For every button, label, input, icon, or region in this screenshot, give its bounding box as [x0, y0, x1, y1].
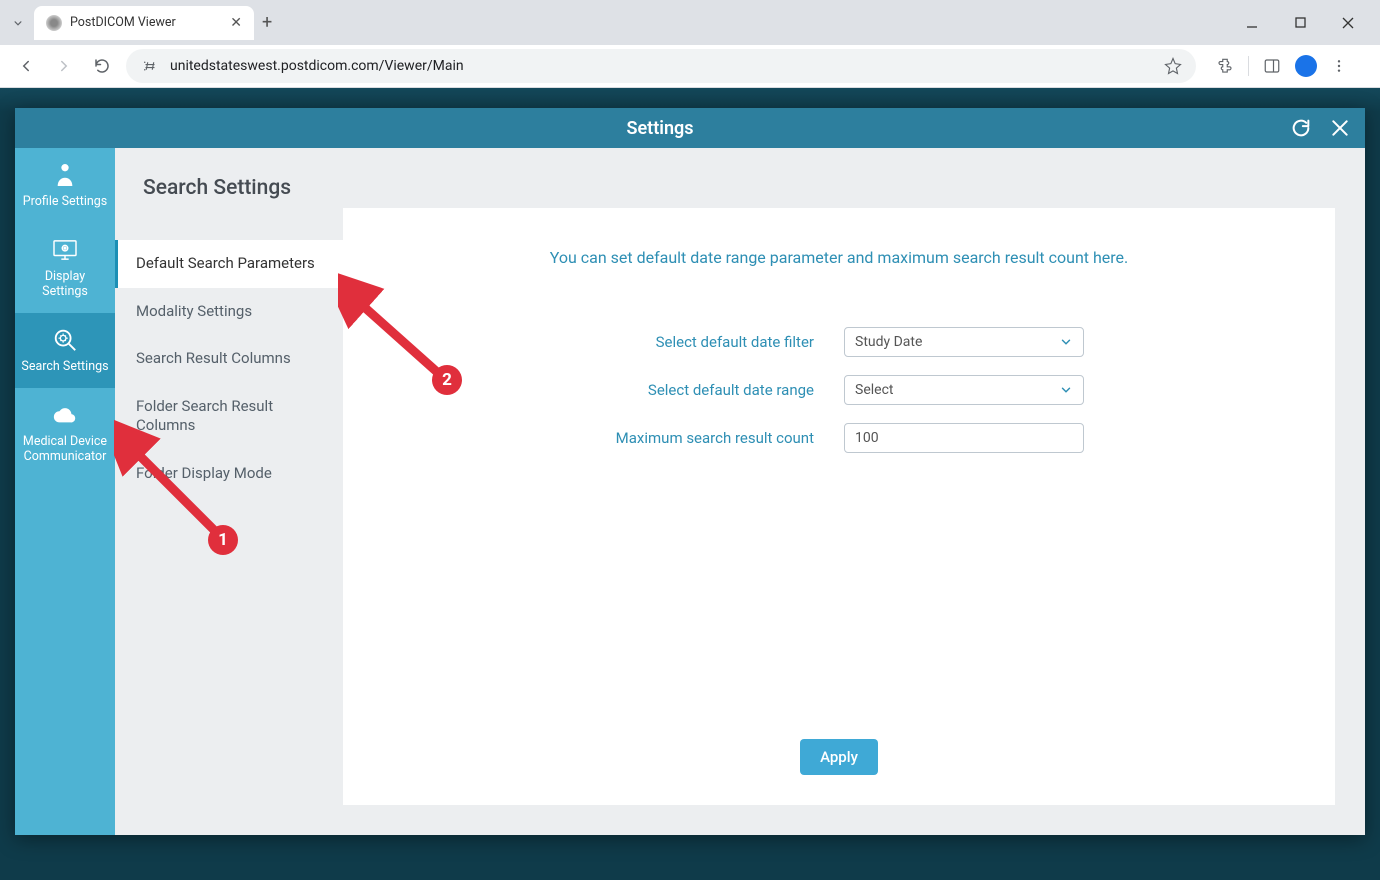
form-row-date-range: Select default date range Select	[594, 375, 1084, 405]
browser-tab[interactable]: PostDICOM Viewer ✕	[34, 6, 254, 40]
tab-search-button[interactable]	[8, 13, 28, 33]
select-value: Study Date	[855, 334, 922, 350]
form-rows: Select default date filter Study Date Se…	[393, 327, 1285, 453]
panel-description: You can set default date range parameter…	[393, 248, 1285, 267]
forward-button[interactable]	[50, 52, 78, 80]
address-bar[interactable]: unitedstateswest.postdicom.com/Viewer/Ma…	[126, 49, 1196, 83]
rail-label: Profile Settings	[23, 194, 107, 209]
new-tab-button[interactable]: +	[262, 12, 272, 33]
tab-favicon	[46, 15, 62, 31]
back-button[interactable]	[12, 52, 40, 80]
form-row-date-filter: Select default date filter Study Date	[594, 327, 1084, 357]
reload-button[interactable]	[88, 52, 116, 80]
site-info-icon[interactable]	[140, 56, 160, 76]
rail-label: Medical Device Communicator	[21, 434, 109, 464]
apply-button[interactable]: Apply	[800, 739, 878, 775]
subnav-modality-settings[interactable]: Modality Settings	[115, 288, 343, 336]
extensions-icon[interactable]	[1216, 57, 1234, 75]
tab-title: PostDICOM Viewer	[70, 15, 222, 30]
chrome-menu-icon[interactable]	[1331, 58, 1347, 74]
max-count-label: Maximum search result count	[594, 429, 814, 447]
person-icon	[52, 162, 78, 188]
date-range-label: Select default date range	[594, 381, 814, 399]
subnav-default-search-parameters[interactable]: Default Search Parameters	[115, 240, 343, 288]
settings-content: Search Settings Default Search Parameter…	[115, 148, 1365, 835]
form-row-max-count: Maximum search result count	[594, 423, 1084, 453]
settings-modal-title: Settings	[30, 118, 1290, 139]
monitor-gear-icon	[52, 237, 78, 263]
date-filter-select[interactable]: Study Date	[844, 327, 1084, 357]
close-icon[interactable]	[1330, 118, 1350, 138]
settings-panel: You can set default date range parameter…	[343, 208, 1335, 805]
settings-side-rail: Profile Settings Display Settings Search…	[15, 148, 115, 835]
subnav-search-result-columns[interactable]: Search Result Columns	[115, 335, 343, 383]
subnav-item-label: Modality Settings	[136, 302, 252, 320]
date-range-select[interactable]: Select	[844, 375, 1084, 405]
browser-tab-strip: PostDICOM Viewer ✕ +	[0, 0, 1380, 45]
subnav-item-label: Folder Search Result Columns	[136, 397, 273, 435]
max-count-input[interactable]	[844, 423, 1084, 453]
page-title: Search Settings	[115, 176, 343, 240]
settings-subnav: Search Settings Default Search Parameter…	[115, 148, 343, 835]
settings-modal: Settings Profile Settings Display Settin…	[15, 108, 1365, 835]
magnifier-gear-icon	[52, 327, 78, 353]
date-filter-label: Select default date filter	[594, 333, 814, 351]
profile-avatar[interactable]	[1295, 55, 1317, 77]
side-panel-icon[interactable]	[1263, 57, 1281, 75]
chevron-down-icon	[1059, 383, 1073, 397]
rail-profile-settings[interactable]: Profile Settings	[15, 148, 115, 223]
browser-toolbar: unitedstateswest.postdicom.com/Viewer/Ma…	[0, 45, 1380, 88]
tab-close-icon[interactable]: ✕	[230, 15, 242, 31]
bookmark-star-icon[interactable]	[1164, 57, 1182, 75]
window-close-button[interactable]	[1334, 9, 1362, 37]
chevron-down-icon	[1059, 335, 1073, 349]
url-text: unitedstateswest.postdicom.com/Viewer/Ma…	[170, 58, 1154, 74]
cloud-icon	[52, 402, 78, 428]
subnav-item-label: Folder Display Mode	[136, 464, 272, 482]
subnav-item-label: Default Search Parameters	[136, 254, 315, 272]
select-value: Select	[855, 382, 893, 398]
subnav-item-label: Search Result Columns	[136, 349, 291, 367]
refresh-icon[interactable]	[1290, 117, 1312, 139]
rail-label: Display Settings	[21, 269, 109, 299]
rail-search-settings[interactable]: Search Settings	[15, 313, 115, 388]
rail-display-settings[interactable]: Display Settings	[15, 223, 115, 313]
window-minimize-button[interactable]	[1238, 9, 1266, 37]
rail-medical-device-communicator[interactable]: Medical Device Communicator	[15, 388, 115, 478]
window-maximize-button[interactable]	[1286, 9, 1314, 37]
subnav-folder-display-mode[interactable]: Folder Display Mode	[115, 450, 343, 498]
settings-modal-header: Settings	[15, 108, 1365, 148]
rail-label: Search Settings	[21, 359, 108, 374]
subnav-folder-search-result-columns[interactable]: Folder Search Result Columns	[115, 383, 343, 450]
toolbar-divider	[1248, 56, 1249, 76]
